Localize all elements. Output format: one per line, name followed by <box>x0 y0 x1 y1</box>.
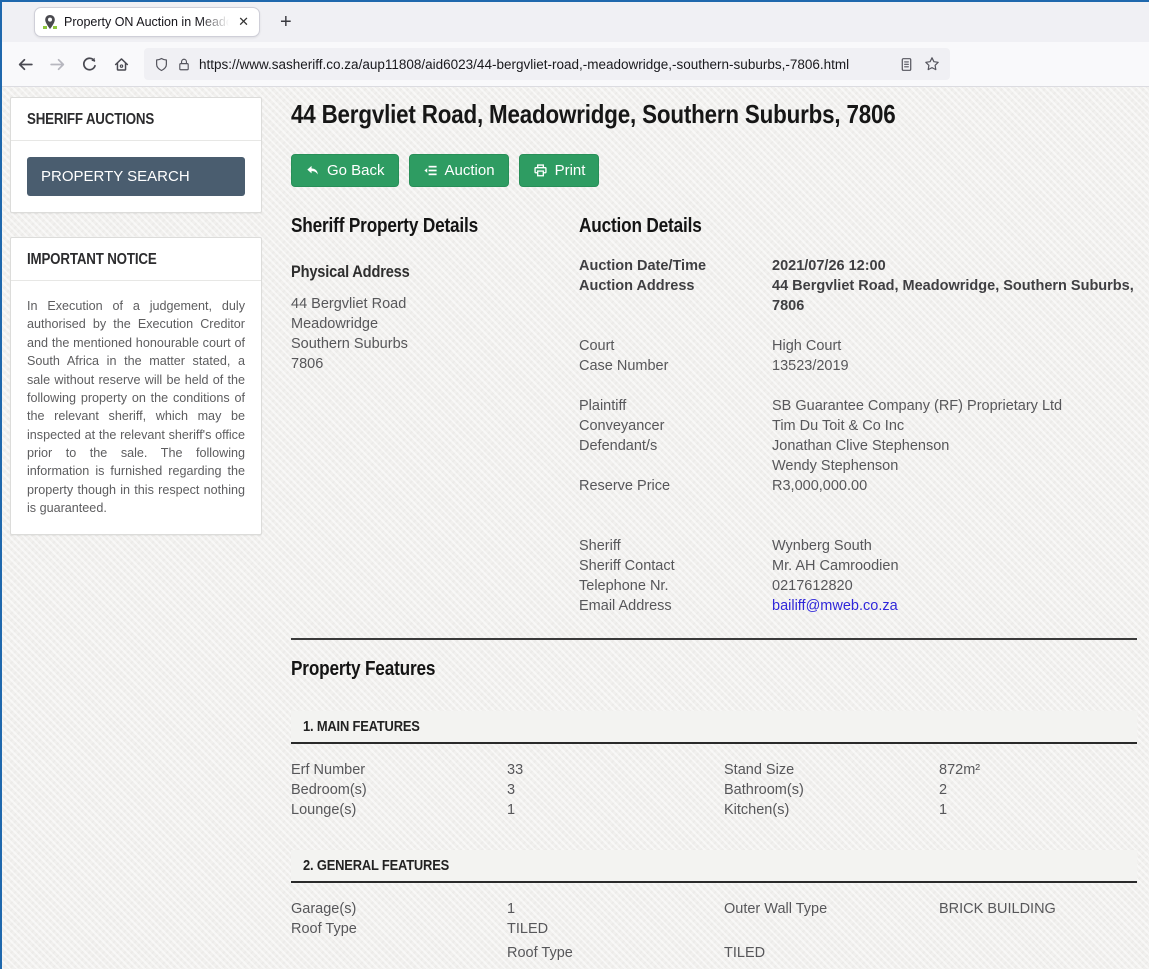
important-notice-card: IMPORTANT NOTICE In Execution of a judge… <box>10 237 262 535</box>
list-icon <box>423 163 438 178</box>
navigation-toolbar: https://www.sasheriff.co.za/aup11808/aid… <box>2 42 1149 87</box>
tab-close-icon[interactable]: ✕ <box>235 14 252 30</box>
bookmark-star-icon[interactable] <box>924 56 940 72</box>
property-search-button[interactable]: PROPERTY SEARCH <box>27 157 245 196</box>
sheriff-email-link[interactable]: bailiff@mweb.co.za <box>772 598 898 614</box>
reload-button[interactable] <box>74 49 104 79</box>
sheriff-auctions-header: SHERIFF AUCTIONS <box>11 98 261 141</box>
lock-icon[interactable] <box>177 57 191 72</box>
auction-when-where: Auction Date/Time2021/07/26 12:00 Auctio… <box>579 256 1137 316</box>
table-row: Erf Number 33 Stand Size 872m² <box>291 760 1137 780</box>
property-features-heading: Property Features <box>291 658 435 681</box>
home-button[interactable] <box>106 49 136 79</box>
general-features-table: Garage(s) 1 Outer Wall Type BRICK BUILDI… <box>291 899 1137 963</box>
back-button[interactable] <box>10 49 40 79</box>
sheriff-property-details: Sheriff Property Details Physical Addres… <box>291 215 579 616</box>
sheriff-auctions-title: SHERIFF AUCTIONS <box>27 111 154 129</box>
browser-tab[interactable]: Property ON Auction in Meado ✕ <box>34 7 260 37</box>
section-divider <box>291 638 1137 640</box>
property-details-heading: Sheriff Property Details <box>291 215 478 238</box>
sidebar: SHERIFF AUCTIONS PROPERTY SEARCH IMPORTA… <box>10 97 262 969</box>
main-features-section-header: 1. MAIN FEATURES <box>291 711 1137 744</box>
tab-title: Property ON Auction in Meado <box>64 15 229 29</box>
table-row: Garage(s) 1 Outer Wall Type BRICK BUILDI… <box>291 899 1137 919</box>
main-features-table: Erf Number 33 Stand Size 872m² Bedroom(s… <box>291 760 1137 820</box>
sheriff-contact-details: SheriffWynberg South Sheriff ContactMr. … <box>579 536 1137 616</box>
page-content: SHERIFF AUCTIONS PROPERTY SEARCH IMPORTA… <box>2 87 1149 969</box>
general-features-section-header: 2. GENERAL FEATURES <box>291 850 1137 883</box>
court-details: CourtHigh Court Case Number13523/2019 <box>579 336 1137 376</box>
table-row: Roof Type TILED <box>291 919 1137 939</box>
tab-bar: Property ON Auction in Meado ✕ + <box>2 2 1149 42</box>
auction-details: Auction Details Auction Date/Time2021/07… <box>579 215 1137 616</box>
parties-details: PlaintiffSB Guarantee Company (RF) Propr… <box>579 396 1137 496</box>
auction-button[interactable]: Auction <box>409 154 509 187</box>
main-content: 44 Bergvliet Road, Meadowridge, Southern… <box>291 97 1137 969</box>
back-arrow-icon <box>305 163 320 178</box>
printer-icon <box>533 163 548 178</box>
auction-details-heading: Auction Details <box>579 215 702 238</box>
reader-mode-icon[interactable] <box>899 57 914 72</box>
table-row: Roof Type TILED <box>291 939 1137 963</box>
forward-button[interactable] <box>42 49 72 79</box>
go-back-button[interactable]: Go Back <box>291 154 399 187</box>
action-buttons: Go Back Auction Print <box>291 154 1137 187</box>
important-notice-text: In Execution of a judgement, duly author… <box>27 297 245 518</box>
important-notice-title: IMPORTANT NOTICE <box>27 251 157 269</box>
page-title: 44 Bergvliet Road, Meadowridge, Southern… <box>291 99 1137 130</box>
physical-address: 44 Bergvliet Road Meadowridge Southern S… <box>291 294 579 374</box>
table-row: Lounge(s) 1 Kitchen(s) 1 <box>291 800 1137 820</box>
new-tab-button[interactable]: + <box>274 11 298 34</box>
url-bar[interactable]: https://www.sasheriff.co.za/aup11808/aid… <box>144 48 950 80</box>
table-row: Bedroom(s) 3 Bathroom(s) 2 <box>291 780 1137 800</box>
physical-address-heading: Physical Address <box>291 262 410 282</box>
site-favicon-pin-icon <box>42 14 58 30</box>
sheriff-auctions-card: SHERIFF AUCTIONS PROPERTY SEARCH <box>10 97 262 213</box>
important-notice-header: IMPORTANT NOTICE <box>11 238 261 281</box>
print-button[interactable]: Print <box>519 154 600 187</box>
url-text[interactable]: https://www.sasheriff.co.za/aup11808/aid… <box>199 57 891 72</box>
tracking-shield-icon[interactable] <box>154 57 169 72</box>
